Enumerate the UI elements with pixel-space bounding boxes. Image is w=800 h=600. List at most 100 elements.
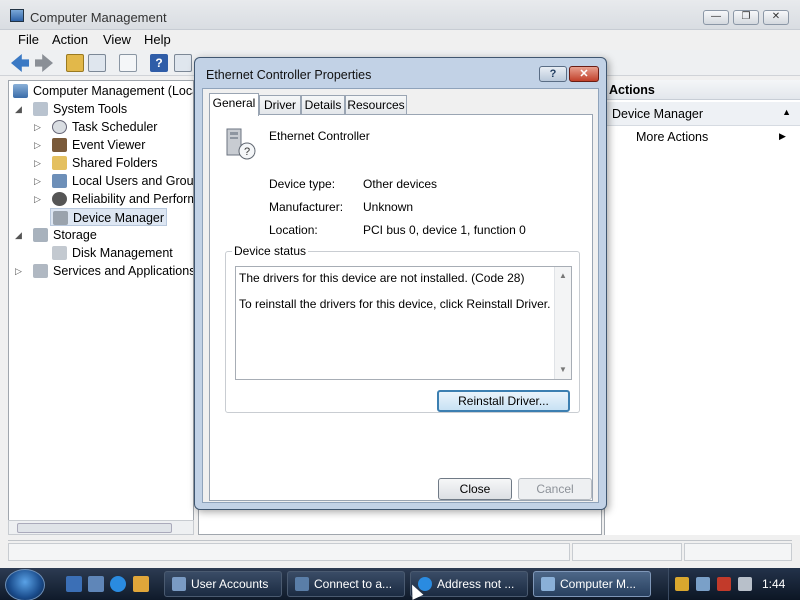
computer-management-icon [10,9,24,22]
storage-icon [33,228,48,242]
more-actions-label: More Actions [636,130,709,144]
tree-label-task-scheduler: Task Scheduler [72,120,158,134]
tree-item-root[interactable]: Computer Management (Local) [13,82,194,100]
console-tree: Computer Management (Local) ◢ System Too… [8,80,194,535]
media-player-icon[interactable] [133,576,149,592]
tab-details[interactable]: Details [301,95,345,115]
tree-label-disk-management: Disk Management [72,246,173,260]
show-hide-tree-icon[interactable] [88,54,106,72]
network-icon [295,577,309,591]
dialog-close-button[interactable]: ✕ [569,66,599,82]
properties-icon[interactable] [119,54,137,72]
users-icon [52,174,67,188]
expand-icon[interactable]: ▷ [15,262,22,280]
task-user-accounts[interactable]: User Accounts [164,571,282,597]
menu-view[interactable]: View [103,32,131,47]
tree-item-task-scheduler[interactable]: ▷ Task Scheduler [34,118,158,136]
actions-header: Actions [605,80,800,100]
actions-section-label: Device Manager [612,107,704,121]
scroll-up-icon[interactable]: ▲ [559,271,567,280]
tree-item-local-users[interactable]: ▷ Local Users and Groups [34,172,194,190]
menu-action[interactable]: Action [52,32,88,47]
tree-item-event-viewer[interactable]: ▷ Event Viewer [34,136,146,154]
switch-windows-icon[interactable] [88,576,104,592]
tree-label-device-manager: Device Manager [73,211,165,225]
cancel-button[interactable]: Cancel [518,478,592,500]
minimize-button[interactable]: — [703,10,729,25]
window-title: Computer Management [30,10,167,25]
tree-item-system-tools[interactable]: ◢ System Tools [15,100,128,118]
tree-label-root: Computer Management (Local) [33,84,194,98]
menu-help[interactable]: Help [144,32,171,47]
status-message-line-1: The drivers for this device are not inst… [239,271,525,285]
tree-label-event-viewer: Event Viewer [72,138,146,152]
tree-item-disk-management[interactable]: Disk Management [52,244,173,262]
device-status-textbox[interactable]: The drivers for this device are not inst… [235,266,572,380]
up-folder-icon[interactable] [66,54,84,72]
tree-label-local-users: Local Users and Groups [72,174,194,188]
clock[interactable]: 1:44 [762,577,785,591]
svg-text:?: ? [244,146,250,158]
close-dialog-button[interactable]: Close [438,478,512,500]
maximize-button[interactable]: ❐ [733,10,759,25]
computer-icon [13,84,28,98]
tools-icon [33,102,48,116]
status-panel-1 [8,543,570,561]
tab-driver[interactable]: Driver [259,95,301,115]
security-shield-icon[interactable] [675,577,689,591]
scroll-down-icon[interactable]: ▼ [559,365,567,374]
system-tray: 1:44 [668,568,800,600]
tree-item-services[interactable]: ▷ Services and Applications [15,262,193,280]
tab-resources[interactable]: Resources [345,95,407,115]
task-connect-to[interactable]: Connect to a... [287,571,405,597]
network-error-icon[interactable] [717,577,731,591]
location-value: PCI bus 0, device 1, function 0 [363,223,526,237]
task-computer-management[interactable]: Computer M... [533,571,651,597]
status-vertical-scrollbar[interactable]: ▲ ▼ [554,267,571,379]
tab-general[interactable]: General [209,93,259,116]
task-label: Connect to a... [314,577,393,591]
internet-explorer-icon[interactable] [110,576,126,592]
forward-icon[interactable] [35,54,53,72]
expand-icon[interactable]: ▷ [34,118,41,136]
performance-icon [52,192,67,206]
tree-item-storage[interactable]: ◢ Storage [15,226,97,244]
collapse-icon[interactable]: ◢ [15,100,22,118]
expand-icon[interactable]: ▷ [34,172,41,190]
show-hide-action-pane-icon[interactable] [174,54,192,72]
tree-label-system-tools: System Tools [53,102,128,116]
close-button[interactable]: ✕ [763,10,789,25]
device-type-value: Other devices [363,177,438,191]
expand-icon[interactable]: ▷ [34,136,41,154]
status-message-line-2: To reinstall the drivers for this device… [239,297,551,311]
device-status-group: Device status The drivers for this devic… [225,244,580,413]
tree-item-shared-folders[interactable]: ▷ Shared Folders [34,154,158,172]
expand-icon[interactable]: ▷ [34,190,41,208]
menu-file[interactable]: File [18,32,39,47]
more-actions[interactable]: More Actions [636,130,708,144]
title-bar[interactable]: Computer Management — ❐ ✕ [0,0,800,30]
network-status-icon[interactable] [696,577,710,591]
back-icon[interactable] [11,54,29,72]
start-button[interactable] [5,569,45,600]
dialog-help-button[interactable]: ? [539,66,567,82]
general-tab-panel: ? Ethernet Controller Device type: Other… [209,114,593,501]
show-desktop-icon[interactable] [66,576,82,592]
tree-item-reliability[interactable]: ▷ Reliability and Performance [34,190,193,208]
tree-item-device-manager[interactable]: Device Manager [50,208,168,226]
volume-muted-icon[interactable] [738,577,752,591]
clock-icon [52,120,67,134]
manufacturer-value: Unknown [363,200,414,214]
collapse-arrow-icon[interactable]: ▲ [782,107,791,117]
location-label: Location: [269,223,318,237]
task-address-not-found[interactable]: Address not ... [410,571,528,597]
actions-device-manager[interactable]: Device Manager ▲ [605,102,800,126]
tree-horizontal-scrollbar[interactable] [8,520,194,535]
expand-icon[interactable]: ▷ [34,154,41,172]
help-icon[interactable]: ? [150,54,168,72]
scrollbar-thumb[interactable] [17,523,172,533]
device-manager-icon [53,211,68,225]
collapse-icon[interactable]: ◢ [15,226,22,244]
tree-label-shared-folders: Shared Folders [72,156,158,170]
reinstall-driver-button[interactable]: Reinstall Driver... [437,390,570,412]
